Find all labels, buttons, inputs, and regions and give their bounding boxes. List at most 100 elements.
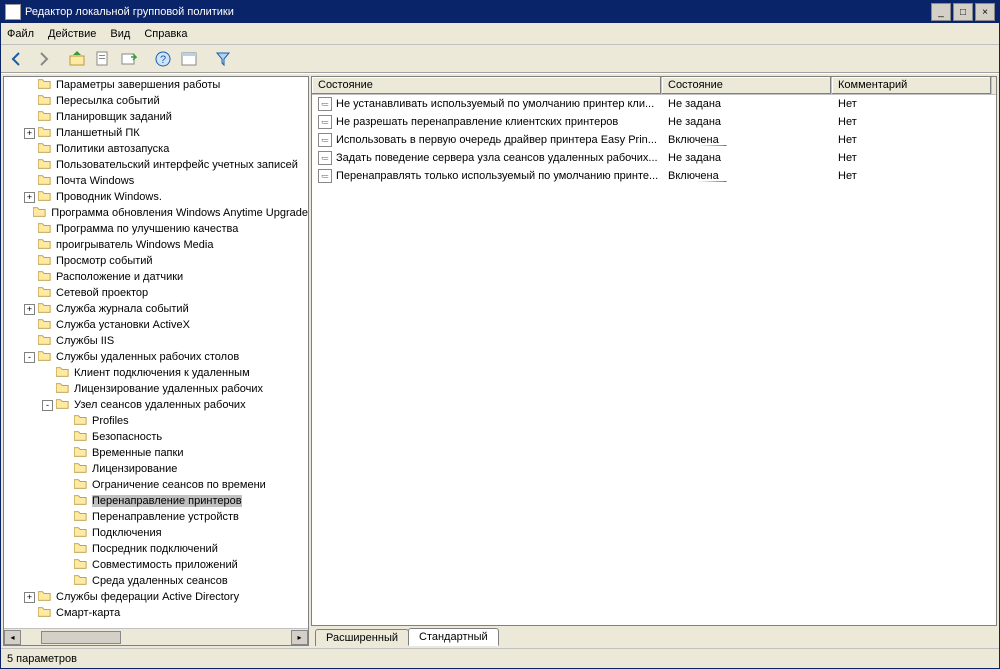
folder-icon [74, 478, 92, 493]
window-title: Редактор локальной групповой политики [25, 6, 234, 18]
tree-scroll-area[interactable]: Параметры завершения работы Пересылка соб… [4, 77, 308, 628]
maximize-button[interactable]: □ [953, 3, 973, 21]
tree-item[interactable]: +Службы федерации Active Directory [4, 589, 308, 605]
policy-row[interactable]: ≔Перенаправлять только используемый по у… [312, 167, 996, 185]
tree-item[interactable]: -Службы удаленных рабочих столов [4, 349, 308, 365]
policy-state-cell: Не задана [662, 152, 832, 164]
menu-help[interactable]: Справка [144, 28, 187, 40]
tree-item[interactable]: Клиент подключения к удаленным [4, 365, 308, 381]
tree-item-label: Пользовательский интерфейс учетных запис… [56, 159, 298, 171]
folder-icon [38, 318, 56, 333]
tree-item[interactable]: Пользовательский интерфейс учетных запис… [4, 157, 308, 173]
tree-item[interactable]: Совместимость приложений [4, 557, 308, 573]
tree-item[interactable]: Смарт-карта [4, 605, 308, 621]
folder-icon [74, 430, 92, 445]
tab-standard[interactable]: Стандартный [408, 628, 499, 646]
policy-name-cell: ≔Перенаправлять только используемый по у… [312, 169, 662, 183]
policy-row[interactable]: ≔Использовать в первую очередь драйвер п… [312, 131, 996, 149]
tree-item[interactable]: Программа по улучшению качества [4, 221, 308, 237]
folder-icon [38, 302, 56, 317]
tree-item[interactable]: Расположение и датчики [4, 269, 308, 285]
policy-state-cell: Включена [662, 134, 832, 146]
tree-item[interactable]: Почта Windows [4, 173, 308, 189]
policy-state: Не задана [668, 98, 721, 110]
tree-item[interactable]: +Проводник Windows. [4, 189, 308, 205]
tree-item[interactable]: Служба установки ActiveX [4, 317, 308, 333]
policy-comment: Нет [832, 98, 992, 110]
policy-row[interactable]: ≔Не разрешать перенаправление клиентских… [312, 113, 996, 131]
collapse-icon[interactable]: - [24, 352, 35, 363]
policy-state-cell: Не задана [662, 116, 832, 128]
export-button[interactable] [117, 47, 141, 71]
menu-action[interactable]: Действие [48, 28, 96, 40]
col-header-name[interactable]: Состояние [312, 77, 662, 94]
folder-icon [74, 542, 92, 557]
scroll-thumb[interactable] [41, 631, 121, 644]
menu-file[interactable]: Файл [7, 28, 34, 40]
tree-item[interactable]: +Планшетный ПК [4, 125, 308, 141]
tree-item[interactable]: Временные папки [4, 445, 308, 461]
tree-item[interactable]: Программа обновления Windows Anytime Upg… [4, 205, 308, 221]
forward-button[interactable] [31, 47, 55, 71]
show-console-button[interactable] [177, 47, 201, 71]
policy-row[interactable]: ≔Не устанавливать используемый по умолча… [312, 95, 996, 113]
tab-extended[interactable]: Расширенный [315, 629, 409, 646]
properties-button[interactable] [91, 47, 115, 71]
policy-name: Задать поведение сервера узла сеансов уд… [336, 152, 658, 164]
back-button[interactable] [5, 47, 29, 71]
tree-item[interactable]: Безопасность [4, 429, 308, 445]
minimize-button[interactable]: _ [931, 3, 951, 21]
tree-item[interactable]: Политики автозапуска [4, 141, 308, 157]
expand-icon[interactable]: + [24, 192, 35, 203]
up-button[interactable] [65, 47, 89, 71]
col-header-comment[interactable]: Комментарий [832, 77, 992, 94]
tree-item[interactable]: Лицензирование [4, 461, 308, 477]
tree-item[interactable]: Сетевой проектор [4, 285, 308, 301]
policy-icon: ≔ [318, 97, 332, 111]
tree-item[interactable]: Среда удаленных сеансов [4, 573, 308, 589]
folder-icon [33, 206, 51, 221]
tree-item-label: Службы IIS [56, 335, 114, 347]
tree-item-label: Совместимость приложений [92, 559, 238, 571]
tree-item[interactable]: Просмотр событий [4, 253, 308, 269]
policy-state-cell: Включена [662, 170, 832, 182]
tree-item-label: Клиент подключения к удаленным [74, 367, 250, 379]
tree-item[interactable]: -Узел сеансов удаленных рабочих [4, 397, 308, 413]
tree-item-label: проигрыватель Windows Media [56, 239, 213, 251]
titlebar: Редактор локальной групповой политики _ … [1, 1, 999, 23]
tree-item[interactable]: Планировщик заданий [4, 109, 308, 125]
expand-icon[interactable]: + [24, 304, 35, 315]
collapse-icon[interactable]: - [42, 400, 53, 411]
tree-item[interactable]: проигрыватель Windows Media [4, 237, 308, 253]
tree-item[interactable]: Подключения [4, 525, 308, 541]
close-button[interactable]: × [975, 3, 995, 21]
expand-icon[interactable]: + [24, 128, 35, 139]
col-header-state[interactable]: Состояние [662, 77, 832, 94]
tree-item-label: Пересылка событий [56, 95, 160, 107]
tree-item[interactable]: Службы IIS [4, 333, 308, 349]
policy-row[interactable]: ≔Задать поведение сервера узла сеансов у… [312, 149, 996, 167]
filter-button[interactable] [211, 47, 235, 71]
tree-item[interactable]: Пересылка событий [4, 93, 308, 109]
scroll-track[interactable] [21, 630, 291, 645]
tree-item[interactable]: Параметры завершения работы [4, 77, 308, 93]
folder-icon [38, 126, 56, 141]
scroll-right-button[interactable]: ▸ [291, 630, 308, 645]
tree-item[interactable]: Перенаправление принтеров [4, 493, 308, 509]
menu-view[interactable]: Вид [110, 28, 130, 40]
scroll-left-button[interactable]: ◂ [4, 630, 21, 645]
toolbar-separator [143, 47, 149, 71]
tree-item[interactable]: Ограничение сеансов по времени [4, 477, 308, 493]
tree-item[interactable]: Перенаправление устройств [4, 509, 308, 525]
help-button[interactable]: ? [151, 47, 175, 71]
tree: Параметры завершения работы Пересылка соб… [4, 77, 308, 621]
tree-item[interactable]: +Служба журнала событий [4, 301, 308, 317]
toolbar-separator [57, 47, 63, 71]
tree-item[interactable]: Profiles [4, 413, 308, 429]
tree-item[interactable]: Посредник подключений [4, 541, 308, 557]
tree-hscroll[interactable]: ◂ ▸ [4, 628, 308, 645]
folder-icon [38, 158, 56, 173]
tree-item-label: Среда удаленных сеансов [92, 575, 228, 587]
expand-icon[interactable]: + [24, 592, 35, 603]
tree-item[interactable]: Лицензирование удаленных рабочих [4, 381, 308, 397]
